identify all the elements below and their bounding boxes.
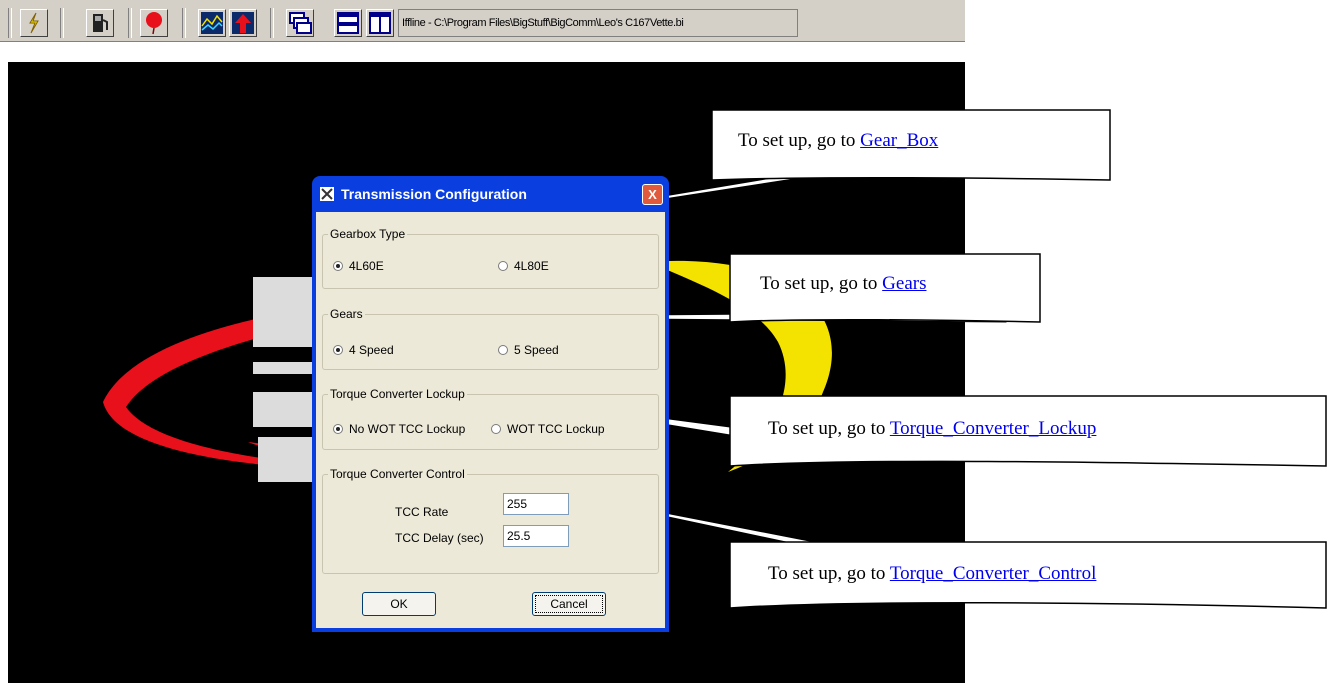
callout-prefix: To set up, go to	[768, 563, 890, 584]
app-icon	[320, 187, 334, 201]
tcc-rate-label: TCC Rate	[395, 505, 449, 519]
radio-dot[interactable]	[498, 345, 508, 355]
group-legend: Torque Converter Lockup	[328, 387, 467, 401]
gearbox-type-group: Gearbox Type 4L60E 4L80E	[322, 227, 659, 289]
radio-dot[interactable]	[333, 261, 343, 271]
callout-prefix: To set up, go to	[760, 273, 883, 294]
radio-label: 4L80E	[514, 259, 549, 273]
torque-converter-control-group: Torque Converter Control TCC Rate TCC De…	[322, 467, 659, 574]
tcc-rate-input[interactable]	[503, 493, 569, 515]
tcc-delay-input[interactable]	[503, 525, 569, 547]
tcc-delay-label: TCC Delay (sec)	[395, 531, 484, 545]
transmission-configuration-dialog: Transmission Configuration X Gearbox Typ…	[312, 176, 669, 632]
radio-label: 4L60E	[349, 259, 384, 273]
radio-label: WOT TCC Lockup	[507, 422, 605, 436]
callout-prefix: To set up, go to	[768, 418, 890, 439]
torque-converter-control-link[interactable]: Torque_Converter_Control	[890, 563, 1097, 584]
radio-dot[interactable]	[498, 261, 508, 271]
callout-torque-converter-lockup: To set up, go to Torque_Converter_Lockup	[768, 418, 1096, 440]
radio-dot[interactable]	[333, 424, 343, 434]
close-button[interactable]: X	[642, 184, 663, 205]
dialog-title: Transmission Configuration	[341, 186, 527, 202]
radio-4-speed[interactable]: 4 Speed	[333, 343, 394, 357]
gears-group: Gears 4 Speed 5 Speed	[322, 307, 659, 370]
dialog-title-bar[interactable]: Transmission Configuration	[316, 176, 665, 212]
callout-torque-converter-control: To set up, go to Torque_Converter_Contro…	[768, 563, 1096, 585]
group-legend: Torque Converter Control	[328, 467, 467, 481]
radio-dot[interactable]	[491, 424, 501, 434]
group-legend: Gearbox Type	[328, 227, 408, 241]
callout-gear-box: To set up, go to Gear_Box	[738, 130, 938, 152]
radio-wot-tcc-lockup[interactable]: WOT TCC Lockup	[491, 422, 605, 436]
radio-label: 5 Speed	[514, 343, 559, 357]
ok-button[interactable]: OK	[362, 592, 436, 616]
radio-4l60e[interactable]: 4L60E	[333, 259, 384, 273]
callout-prefix: To set up, go to	[738, 130, 861, 151]
torque-converter-lockup-link[interactable]: Torque_Converter_Lockup	[890, 418, 1097, 439]
radio-5-speed[interactable]: 5 Speed	[498, 343, 559, 357]
callout-gears: To set up, go to Gears	[760, 273, 926, 295]
radio-dot[interactable]	[333, 345, 343, 355]
gear-box-link[interactable]: Gear_Box	[860, 130, 938, 151]
group-legend: Gears	[328, 307, 365, 321]
radio-label: 4 Speed	[349, 343, 394, 357]
torque-converter-lockup-group: Torque Converter Lockup No WOT TCC Locku…	[322, 387, 659, 450]
gears-link[interactable]: Gears	[882, 273, 926, 294]
cancel-button[interactable]: Cancel	[532, 592, 606, 616]
dialog-body: Gearbox Type 4L60E 4L80E Gears 4 Speed 5…	[316, 212, 665, 628]
radio-4l80e[interactable]: 4L80E	[498, 259, 549, 273]
radio-no-wot-tcc-lockup[interactable]: No WOT TCC Lockup	[333, 422, 465, 436]
radio-label: No WOT TCC Lockup	[349, 422, 466, 436]
